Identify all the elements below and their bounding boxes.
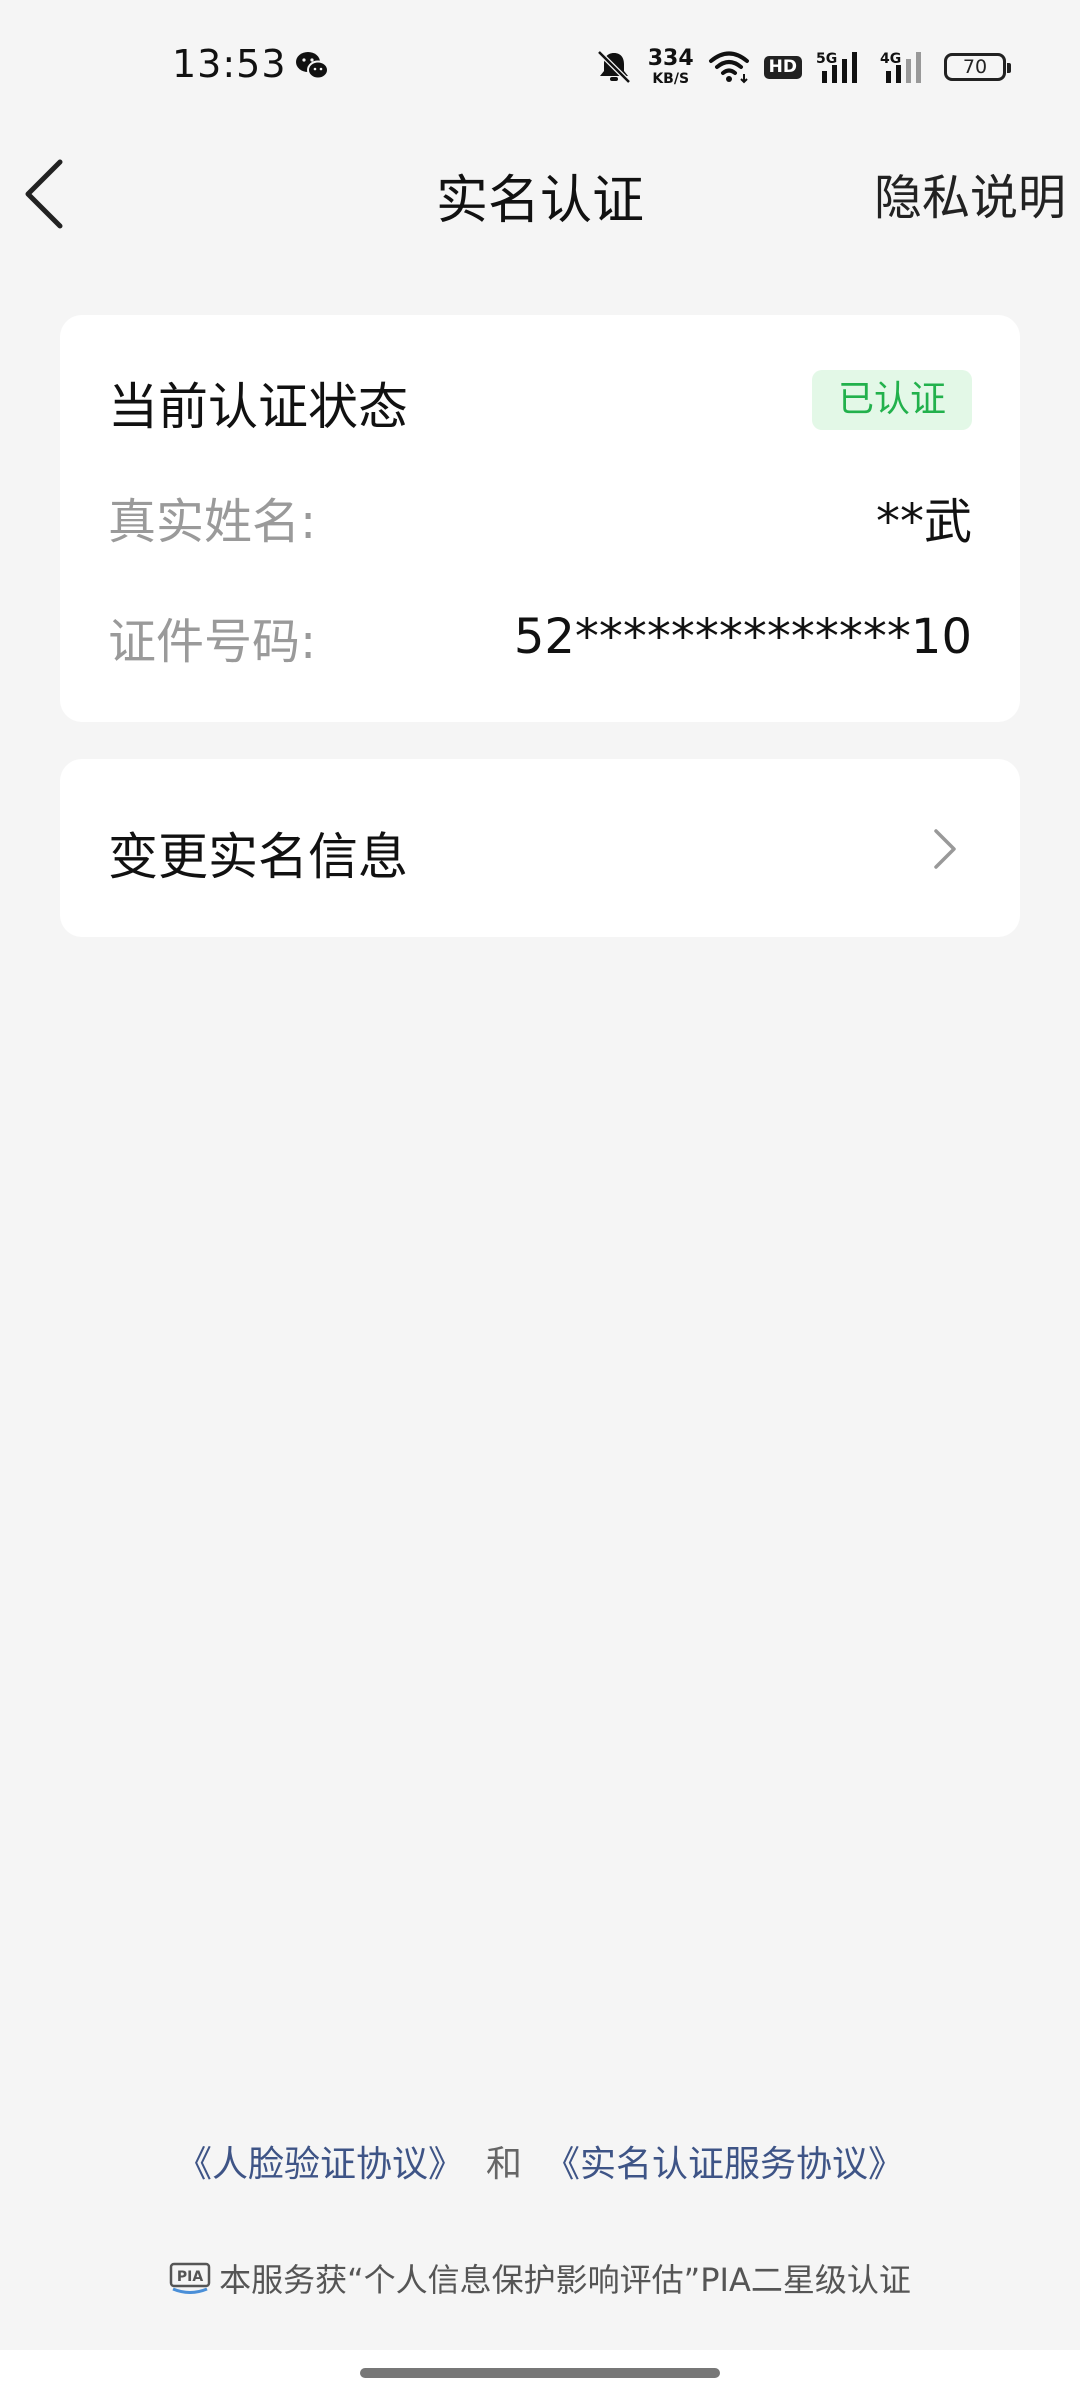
signal-5g-icon: 5G: [816, 51, 857, 83]
id-number-label: 证件号码:: [108, 614, 317, 670]
agreement-conjunction: 和: [485, 2144, 522, 2185]
pia-logo-icon: PIA: [169, 2262, 211, 2294]
signal-4g-icon: 4G: [880, 51, 921, 83]
svg-text:4G: 4G: [880, 51, 901, 67]
change-real-name-button[interactable]: 变更实名信息: [60, 759, 1020, 937]
battery-level: 70: [962, 56, 988, 78]
svg-text:5G: 5G: [816, 51, 837, 67]
wifi-icon: [708, 51, 749, 84]
real-name-auth-page: 13:53 334 KB/S HD 5G 4G 70 实名认证 隐私说明 当前认…: [0, 0, 1080, 2400]
status-time: 13:53: [172, 42, 287, 86]
pia-note-text: 本服务获“个人信息保护影响评估”PIA二星级认证: [219, 2261, 911, 2299]
id-number-row: 证件号码: 52**************10: [108, 605, 972, 670]
chevron-right-icon: [934, 829, 956, 869]
net-speed: 334 KB/S: [647, 46, 694, 87]
verification-status-card: 当前认证状态 已认证 真实姓名: **武 证件号码: 52***********…: [60, 315, 1020, 722]
pia-logo-text: PIA: [177, 2269, 203, 2285]
id-number-value: 52**************10: [513, 609, 972, 665]
net-speed-unit: KB/S: [652, 71, 690, 87]
face-verification-agreement-link[interactable]: 《人脸验证协议》: [176, 2144, 464, 2185]
real-name-row: 真实姓名: **武: [108, 485, 972, 550]
nav-bar: 实名认证 隐私说明: [0, 130, 1080, 260]
status-icons: 334 KB/S HD 5G 4G 70: [594, 44, 1011, 90]
mute-icon: [596, 50, 631, 84]
privacy-statement-link[interactable]: 隐私说明: [874, 158, 1066, 228]
change-real-name-label: 变更实名信息: [108, 828, 408, 886]
status-bar: 13:53 334 KB/S HD 5G 4G 70: [0, 0, 1080, 130]
status-card-title: 当前认证状态: [108, 378, 408, 436]
pia-certification-note: PIA 本服务获“个人信息保护影响评估”PIA二星级认证: [0, 2255, 1080, 2301]
net-speed-value: 334: [647, 46, 694, 71]
verified-badge: 已认证: [811, 370, 972, 430]
hd-icon: HD: [763, 55, 802, 79]
battery-icon: 70: [944, 53, 1011, 81]
real-name-service-agreement-link[interactable]: 《实名认证服务协议》: [544, 2144, 904, 2185]
real-name-label: 真实姓名:: [108, 494, 317, 550]
home-indicator[interactable]: [360, 2368, 720, 2378]
real-name-value: **武: [875, 494, 972, 550]
wechat-icon: [296, 52, 329, 80]
agreements: 《人脸验证协议》和《实名认证服务协议》: [0, 2135, 1080, 2187]
